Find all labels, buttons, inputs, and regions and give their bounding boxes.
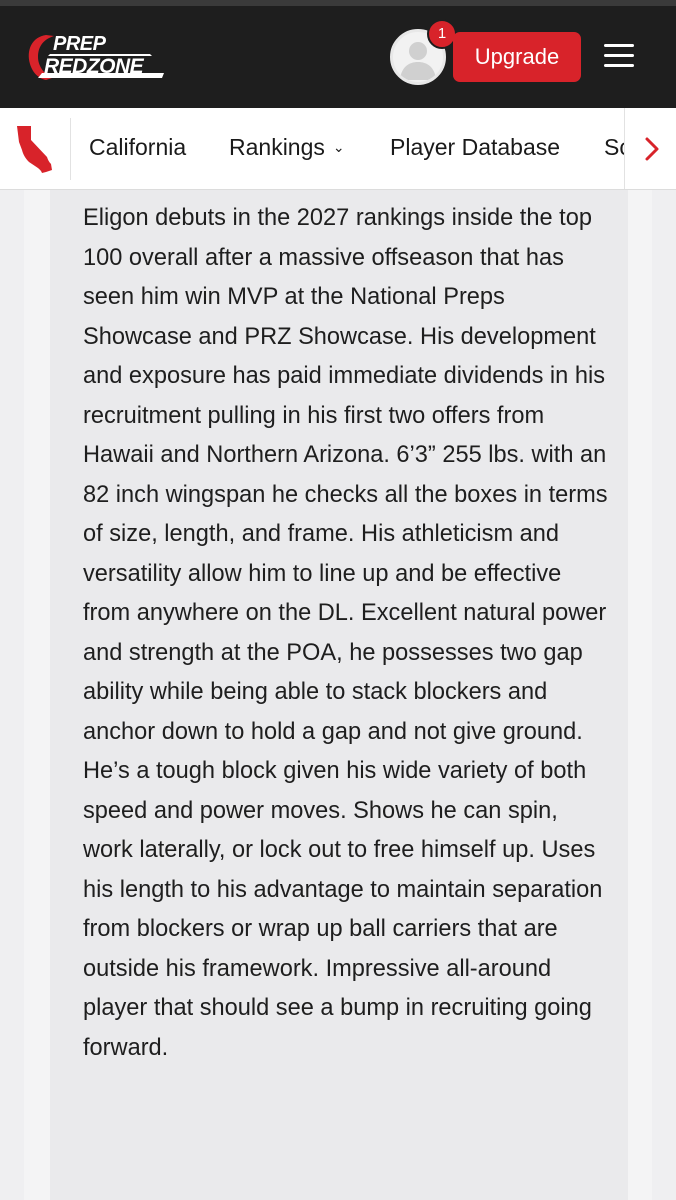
menu-bar — [604, 54, 634, 57]
nav-item-rankings[interactable]: Rankings ⌄ — [229, 132, 345, 162]
california-state-icon[interactable] — [14, 124, 56, 176]
nav-item-label: Rankings — [229, 134, 325, 160]
secondary-nav: California Rankings ⌄ Player Database Sc — [0, 108, 676, 190]
top-header: PREP REDZONE 1 Upgrade — [0, 0, 676, 108]
upgrade-button[interactable]: Upgrade — [453, 32, 581, 82]
prep-redzone-logo[interactable]: PREP REDZONE — [24, 32, 166, 82]
menu-bar — [604, 64, 634, 67]
nav-item-label: California — [89, 134, 187, 160]
article-body: Eligon debuts in the 2027 rankings insid… — [83, 205, 608, 1061]
logo-text-prep: PREP — [53, 33, 106, 55]
chevron-down-icon: ⌄ — [332, 139, 345, 155]
nav-item-player-database[interactable]: Player Database — [390, 132, 560, 162]
nav-divider — [70, 118, 71, 180]
chevron-right-icon[interactable] — [642, 134, 662, 164]
menu-bar — [604, 44, 634, 47]
nav-item-label: Player Database — [390, 134, 561, 160]
logo-text-redzone: REDZONE — [44, 55, 144, 78]
status-strip — [0, 0, 676, 6]
nav-item-california[interactable]: California — [89, 132, 186, 162]
hamburger-menu-icon[interactable] — [604, 44, 634, 68]
